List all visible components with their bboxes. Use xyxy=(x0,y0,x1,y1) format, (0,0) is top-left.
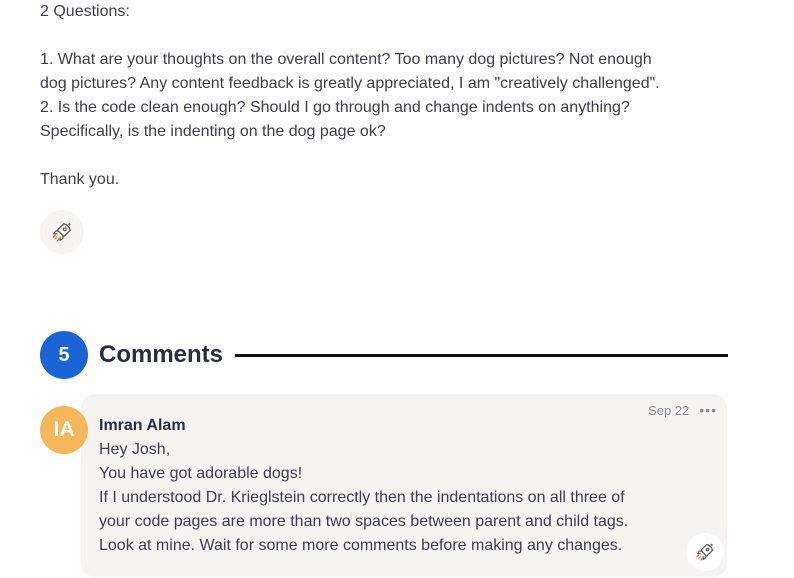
post-line: 1. What are your thoughts on the overall… xyxy=(40,51,652,68)
comment-line: Hey Josh, xyxy=(99,441,171,458)
comment-card: Sep 22 ••• Imran Alam Hey Josh, You have… xyxy=(81,394,727,577)
comments-header: 5 Comments xyxy=(40,331,728,379)
post-line: Thank you. xyxy=(40,171,120,188)
post-reaction-button[interactable] xyxy=(40,210,84,254)
comments-title: Comments xyxy=(99,341,224,368)
more-options-icon[interactable]: ••• xyxy=(699,402,717,418)
post-line: 2. Is the code clean enough? Should I go… xyxy=(40,99,630,116)
comment-line: If I understood Dr. Krieglstein correctl… xyxy=(99,489,625,506)
comments-count-badge: 5 xyxy=(40,331,88,379)
rocket-reaction-icon xyxy=(696,543,714,561)
comment-date[interactable]: Sep 22 xyxy=(648,403,689,418)
rocket-reaction-icon xyxy=(52,222,71,242)
comment-body: Hey Josh, You have got adorable dogs! If… xyxy=(99,438,699,558)
avatar[interactable]: IA xyxy=(40,406,88,454)
comment-line: You have got adorable dogs! xyxy=(99,465,303,482)
header-divider xyxy=(235,353,728,357)
post-line: 2 Questions: xyxy=(40,3,130,20)
comment-meta: Sep 22 ••• xyxy=(648,402,717,418)
comment-reaction-button[interactable] xyxy=(686,533,724,571)
comment-line: your code pages are more than two spaces… xyxy=(99,513,629,530)
post-line: dog pictures? Any content feedback is gr… xyxy=(40,75,660,92)
comment-author[interactable]: Imran Alam xyxy=(99,414,186,438)
post-body: 2 Questions: 1. What are your thoughts o… xyxy=(40,0,740,192)
comment-line: Look at mine. Wait for some more comment… xyxy=(99,537,623,554)
post-line: Specifically, is the indenting on the do… xyxy=(40,123,386,140)
